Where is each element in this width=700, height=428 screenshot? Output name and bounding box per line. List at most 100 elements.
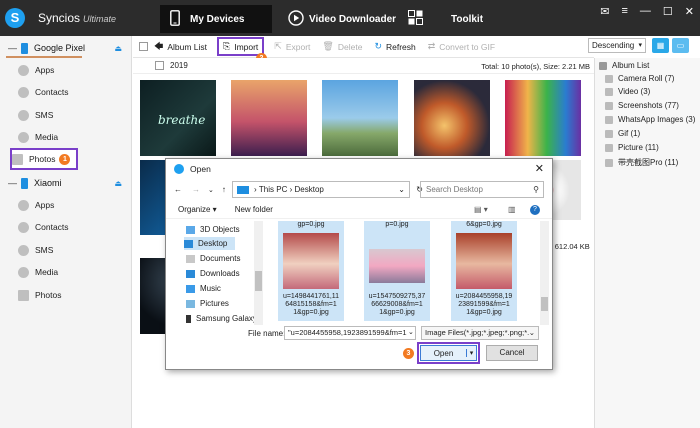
close-icon[interactable]: ✕ (685, 5, 694, 18)
tab-my-devices[interactable]: My Devices (160, 5, 272, 33)
album-item[interactable]: WhatsApp Images (3) (605, 115, 695, 124)
path-segment[interactable]: This PC (259, 185, 287, 194)
documents-icon (186, 254, 195, 263)
album-item[interactable]: 带壳截图Pro (11) (605, 157, 678, 168)
refresh-button[interactable]: ↻ Refresh (374, 41, 415, 52)
convert-gif-button[interactable]: ⇄ Convert to GIF (428, 41, 495, 52)
album-item[interactable]: Video (3) (605, 87, 650, 96)
forward-icon[interactable]: → (192, 185, 200, 194)
chevron-down-icon[interactable]: ⌄ (408, 328, 414, 336)
album-panel-title: Album List (599, 61, 649, 70)
nav-scrollbar[interactable] (254, 221, 263, 325)
album-item[interactable]: Camera Roll (7) (605, 74, 674, 83)
delete-button[interactable]: 🗑 Delete (322, 41, 362, 52)
filename-input[interactable]: "u=2084455958,1923891599&fm=1 (284, 326, 416, 340)
refresh-icon: ↻ (374, 41, 382, 51)
sort-select[interactable]: Descending ▾ (588, 38, 646, 53)
chevron-down-icon[interactable]: ⌄ (208, 186, 214, 194)
sidebar-item-apps[interactable]: Apps (18, 197, 54, 213)
nav-item-documents[interactable]: Documents (186, 252, 240, 265)
up-icon[interactable]: ↑ (222, 185, 226, 194)
nav-item-samsung-galaxy[interactable]: Samsung Galaxy (186, 312, 257, 325)
tab-video-downloader[interactable]: Video Downloader (288, 5, 396, 33)
open-dialog: Open ✕ ← → ⌄ ↑ › This PC › Desktop ⌄ ↻ S… (165, 158, 553, 370)
file-item[interactable]: gp=0.jpg u=1498441761,11 64815158&fm=1 1… (278, 221, 344, 321)
monitor-icon (237, 185, 249, 194)
grid-view-button[interactable]: ▦ (652, 38, 669, 53)
nav-item-downloads[interactable]: Downloads (186, 267, 240, 280)
window-controls: ✉ ≡ — ☐ ✕ (600, 5, 694, 18)
syncios-logo-icon: S (5, 8, 25, 28)
menu-icon[interactable]: ≡ (621, 5, 627, 18)
chevron-down-icon[interactable]: ⌄ (398, 185, 405, 194)
sidebar-item-media[interactable]: Media (18, 129, 58, 145)
photo-thumbnail[interactable] (231, 80, 307, 156)
nav-item-pictures[interactable]: Pictures (186, 297, 229, 310)
eject-icon[interactable]: ⏏ (114, 44, 122, 53)
app-edition: Ultimate (83, 14, 117, 24)
files-scrollbar[interactable] (540, 221, 549, 325)
album-item[interactable]: Screenshots (77) (605, 101, 679, 110)
file-thumbnail (369, 249, 425, 283)
folder-icon (605, 143, 613, 152)
device-google-pixel[interactable]: — Google Pixel ⏏ (8, 40, 128, 56)
album-icon (599, 61, 607, 70)
contacts-icon (18, 86, 29, 98)
grid-icon (408, 10, 423, 28)
organize-button[interactable]: Organize ▾ (178, 205, 217, 214)
list-view-button[interactable]: ▭ (672, 38, 689, 53)
back-icon[interactable]: ← (174, 185, 182, 194)
sidebar-item-photos[interactable]: Photos 1 (9, 148, 79, 170)
sidebar-item-sms[interactable]: SMS (18, 107, 53, 123)
album-list-button[interactable]: 🡄 Album List (154, 39, 207, 55)
path-box[interactable]: › This PC › Desktop ⌄ ↻ (232, 181, 423, 198)
cancel-button[interactable]: Cancel (486, 345, 538, 361)
chevron-down-icon[interactable]: ▾ (466, 349, 476, 357)
select-all-checkbox[interactable] (139, 42, 148, 51)
nav-item-music[interactable]: Music (186, 282, 221, 295)
close-icon[interactable]: ✕ (535, 162, 544, 175)
photo-thumbnail[interactable] (505, 80, 581, 156)
dialog-title-bar: Open ✕ (166, 159, 552, 179)
path-segment[interactable]: Desktop (295, 185, 324, 194)
filetype-select[interactable]: Image Files(*.jpg;*.jpeg;*.png;*. ⌄ (421, 326, 539, 340)
year-checkbox[interactable] (155, 61, 164, 70)
album-item[interactable]: Picture (11) (605, 143, 659, 152)
search-input[interactable]: Search Desktop ⚲ (420, 181, 544, 198)
sidebar-item-photos[interactable]: Photos (18, 287, 61, 303)
folder-icon (605, 115, 613, 124)
photo-thumbnail[interactable] (322, 80, 398, 156)
sidebar-item-sms[interactable]: SMS (18, 242, 53, 258)
contacts-icon (18, 221, 29, 233)
sidebar-item-apps[interactable]: Apps (18, 62, 54, 78)
device-underline (6, 56, 82, 58)
help-icon[interactable]: ? (530, 204, 540, 215)
eject-icon[interactable]: ⏏ (114, 179, 122, 188)
sms-icon (18, 109, 29, 121)
sidebar-item-media[interactable]: Media (18, 264, 58, 280)
new-folder-button[interactable]: New folder (235, 205, 273, 214)
file-item[interactable]: 6&gp=0.jpg u=2084455958,19 23891599&fm=1… (451, 221, 517, 321)
sidebar-item-contacts[interactable]: Contacts (18, 219, 69, 235)
view-icon[interactable]: ▤ ▾ (474, 205, 488, 214)
dialog-command-bar: Organize ▾ New folder ▤ ▾ ▥ ? (166, 201, 552, 219)
import-button[interactable]: ⎘ Import (216, 37, 265, 56)
minimize-icon[interactable]: — (640, 5, 651, 18)
file-item[interactable]: p=0.jpg u=1547509275,37 66629008&fm=1 1&… (364, 221, 430, 321)
export-icon: ⇱ (274, 41, 282, 51)
album-item[interactable]: Gif (1) (605, 129, 640, 138)
nav-item-3d-objects[interactable]: 3D Objects (186, 223, 240, 236)
device-xiaomi[interactable]: — Xiaomi ⏏ (8, 175, 128, 191)
photo-thumbnail[interactable] (414, 80, 490, 156)
message-icon[interactable]: ✉ (600, 5, 609, 18)
export-button[interactable]: ⇱ Export (274, 41, 310, 52)
photo-thumbnail[interactable]: breathe (140, 80, 216, 156)
chevron-down-icon: ⌄ (528, 328, 535, 337)
maximize-icon[interactable]: ☐ (663, 5, 673, 18)
device-name: Xiaomi (34, 178, 62, 188)
open-button[interactable]: Open ▾ (420, 345, 477, 361)
tab-toolkit[interactable]: Toolkit (408, 5, 483, 33)
sidebar-item-contacts[interactable]: Contacts (18, 84, 69, 100)
preview-pane-icon[interactable]: ▥ (508, 205, 516, 214)
nav-item-desktop[interactable]: Desktop (184, 237, 236, 250)
